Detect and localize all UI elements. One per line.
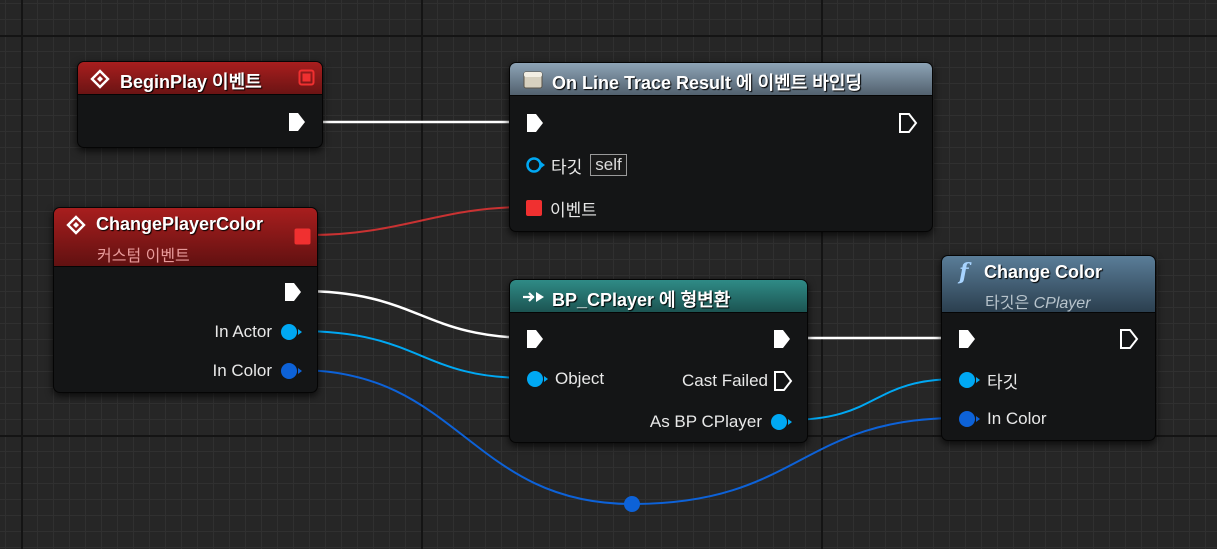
delegate-output-pin[interactable]: [298, 69, 315, 91]
node-title: BP_CPlayer 에 형변환: [552, 290, 731, 310]
as-bp-cplayer-output-pin[interactable]: [769, 412, 793, 432]
exec-output-pin[interactable]: [283, 281, 303, 303]
bind-event-icon: [523, 70, 543, 95]
object-label: Object: [555, 369, 605, 388]
exec-input-pin[interactable]: [525, 328, 545, 350]
in-color-label: In Color: [987, 409, 1047, 428]
node-header: On Line Trace Result 에 이벤트 바인딩: [510, 63, 932, 96]
exec-input-pin[interactable]: [957, 328, 977, 350]
object-input-pin[interactable]: [525, 369, 549, 389]
subtitle-prefix: 타깃은: [985, 295, 1034, 312]
delegate-output-pin[interactable]: [294, 228, 311, 250]
object-wire-as-to-target[interactable]: [787, 378, 959, 421]
node-header: f Change Color 타깃은 CPlayer: [942, 256, 1155, 313]
target-label: 타깃: [551, 157, 583, 177]
node-header: BP_CPlayer 에 형변환: [510, 280, 807, 313]
cast-arrow-icon: [522, 289, 546, 310]
node-cast-to-bp-cplayer[interactable]: BP_CPlayer 에 형변환 Object Cast Failed As B…: [509, 279, 808, 443]
node-beginplay-event[interactable]: BeginPlay 이벤트: [77, 61, 323, 148]
subtitle-class: CPlayer: [1033, 295, 1091, 312]
event-delegate-input-pin[interactable]: [525, 199, 543, 217]
exec-input-pin[interactable]: [525, 112, 545, 134]
in-color-output-pin[interactable]: [279, 361, 303, 381]
reroute-knot[interactable]: [624, 496, 640, 512]
in-actor-output-pin[interactable]: [279, 322, 303, 342]
self-default-value[interactable]: self: [590, 154, 627, 176]
event-diamond-icon: [66, 215, 86, 240]
function-icon: f: [959, 259, 969, 285]
blueprint-graph-canvas[interactable]: BeginPlay 이벤트 On Line Trace Result 에 이벤트…: [0, 0, 1217, 549]
target-input-pin[interactable]: [525, 155, 545, 175]
exec-output-pin[interactable]: [898, 112, 918, 134]
cast-failed-pin-row: Cast Failed: [682, 369, 793, 393]
in-actor-label: In Actor: [214, 322, 272, 341]
node-title: BeginPlay 이벤트: [120, 72, 262, 92]
event-label: 이벤트: [550, 200, 597, 220]
target-label: 타깃: [987, 372, 1019, 392]
in-color-pin-row: In Color: [957, 407, 1047, 431]
object-wire-inactor-to-cast[interactable]: [298, 330, 527, 379]
node-header: ChangePlayerColor 커스텀 이벤트: [54, 208, 317, 267]
event-pin-row: 이벤트: [525, 196, 597, 220]
node-custom-event-changeplayercolor[interactable]: ChangePlayerColor 커스텀 이벤트 In Actor In Co…: [53, 207, 318, 393]
node-title: Change Color: [984, 262, 1103, 282]
target-pin-row: 타깃 self: [525, 153, 627, 177]
exec-output-pin[interactable]: [1119, 328, 1139, 350]
node-subtitle: 타깃은 CPlayer: [985, 289, 1091, 313]
as-bp-cplayer-label: As BP CPlayer: [649, 412, 762, 431]
in-color-pin-row: In Color: [212, 359, 303, 383]
node-bind-event[interactable]: On Line Trace Result 에 이벤트 바인딩 타깃 self 이…: [509, 62, 933, 232]
in-color-label: In Color: [212, 361, 272, 380]
target-input-pin[interactable]: [957, 370, 981, 390]
exec-wire-custom-to-cast[interactable]: [299, 289, 536, 340]
delegate-wire-event-to-bind[interactable]: [310, 206, 526, 236]
node-title: ChangePlayerColor: [96, 214, 264, 234]
event-diamond-icon: [90, 69, 110, 94]
node-header: BeginPlay 이벤트: [78, 62, 322, 95]
as-bp-cplayer-pin-row: As BP CPlayer: [650, 410, 793, 434]
node-title: On Line Trace Result 에 이벤트 바인딩: [552, 73, 862, 93]
object-pin-row: Object: [525, 367, 604, 391]
target-pin-row: 타깃: [957, 368, 1018, 392]
in-color-input-pin[interactable]: [957, 409, 981, 429]
exec-output-pin[interactable]: [772, 328, 792, 350]
exec-output-pin[interactable]: [287, 111, 307, 133]
cast-failed-exec-pin[interactable]: [773, 370, 793, 392]
in-actor-pin-row: In Actor: [214, 320, 303, 344]
node-change-color-function[interactable]: f Change Color 타깃은 CPlayer 타깃 In Color: [941, 255, 1156, 441]
node-subtitle: 커스텀 이벤트: [97, 248, 190, 265]
cast-failed-label: Cast Failed: [682, 371, 768, 390]
